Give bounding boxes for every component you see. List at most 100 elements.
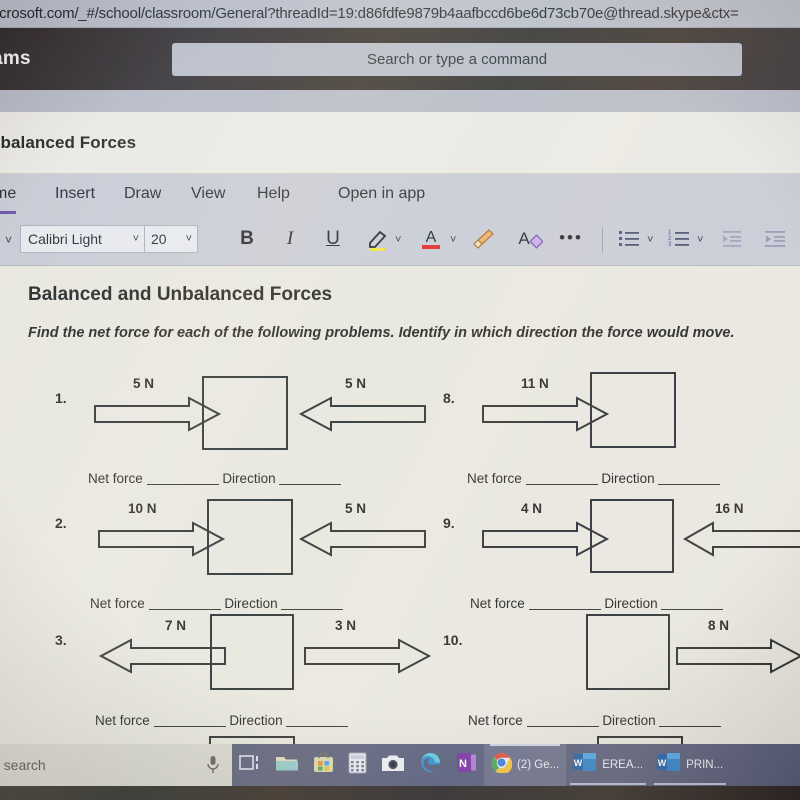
- arrow-left-icon: [298, 521, 426, 557]
- taskbar-item-microsoft-store[interactable]: [306, 744, 341, 786]
- word-icon: W: [573, 752, 597, 778]
- microphone-icon[interactable]: [206, 755, 220, 780]
- problem-number: 2.: [55, 515, 67, 531]
- net-force-blank[interactable]: [146, 472, 219, 485]
- task-view-icon: [239, 753, 261, 778]
- clear-formatting-button[interactable]: A: [515, 226, 544, 257]
- bulleted-list-button[interactable]: [618, 228, 640, 255]
- net-force-blank[interactable]: [528, 597, 601, 610]
- font-controls-group: Calibri Light ˅ 20 ˅: [20, 225, 198, 253]
- answer-line: Net force Direction: [88, 471, 342, 486]
- font-name-select[interactable]: Calibri Light ˅: [21, 226, 145, 252]
- highlight-color-button[interactable]: [367, 228, 389, 257]
- taskbar-item-calculator[interactable]: [341, 744, 374, 786]
- font-size-select[interactable]: 20 ˅: [145, 226, 197, 252]
- taskbar-buttons: N (2) Ge... W EREA... W PRIN...: [232, 744, 800, 786]
- direction-blank[interactable]: [661, 597, 724, 610]
- chevron-down-icon[interactable]: ˅: [5, 233, 12, 247]
- taskbar-item-label: EREA...: [602, 759, 644, 771]
- tab-help[interactable]: Help: [257, 185, 290, 205]
- problem-number: 10.: [443, 632, 463, 648]
- increase-indent-button[interactable]: [764, 228, 786, 255]
- paintbrush-icon: [473, 229, 494, 249]
- tab-open-in-app[interactable]: Open in app: [338, 185, 425, 205]
- force-label-right: 8 N: [708, 618, 730, 633]
- svg-text:A: A: [426, 229, 437, 246]
- net-force-blank[interactable]: [525, 472, 598, 485]
- taskbar-item-file-explorer[interactable]: [268, 744, 306, 786]
- taskbar-item-word-erea[interactable]: W EREA...: [566, 744, 650, 786]
- force-label-left: 10 N: [128, 501, 157, 516]
- force-block: [210, 614, 294, 690]
- taskbar-item-onenote[interactable]: N: [449, 744, 484, 786]
- teams-search-placeholder: Search or type a command: [366, 51, 548, 68]
- taskbar-item-label: PRIN...: [686, 759, 724, 771]
- bold-button[interactable]: B: [236, 224, 258, 254]
- direction-blank[interactable]: [286, 714, 349, 727]
- font-color-button[interactable]: A: [420, 226, 442, 257]
- net-force-label: Net force: [468, 713, 523, 728]
- force-block-partial: [209, 736, 295, 744]
- chevron-down-icon: ˅: [185, 233, 192, 245]
- taskbar-item-task-view[interactable]: [232, 744, 268, 786]
- direction-label: Direction: [602, 713, 656, 728]
- taskbar-search-region[interactable]: o search: [0, 744, 232, 786]
- format-painter-button[interactable]: [472, 227, 496, 256]
- decrease-indent-icon: [723, 231, 741, 247]
- document-canvas[interactable]: Balanced and Unbalanced Forces Find the …: [0, 266, 800, 744]
- microsoft-edge-icon: [419, 751, 442, 779]
- tab-view[interactable]: View: [191, 185, 225, 205]
- teams-app-name: ams: [0, 48, 31, 69]
- more-options-button[interactable]: •••: [558, 223, 584, 253]
- taskbar-item-camera[interactable]: [374, 744, 412, 786]
- taskbar-item-microsoft-edge[interactable]: [412, 744, 449, 786]
- teams-search-box[interactable]: Search or type a command: [172, 43, 742, 76]
- chevron-down-icon[interactable]: ˅: [647, 234, 653, 246]
- arrow-left-icon: [682, 521, 800, 557]
- tab-insert[interactable]: Insert: [55, 185, 95, 205]
- taskbar-item-word-prin[interactable]: W PRIN...: [650, 744, 730, 786]
- browser-address-bar[interactable]: icrosoft.com/_#/school/classroom/General…: [0, 0, 800, 28]
- svg-text:A: A: [518, 229, 530, 248]
- direction-label: Direction: [222, 471, 276, 486]
- underline-button[interactable]: U: [322, 224, 344, 254]
- numbered-list-button[interactable]: 1 2 3: [668, 228, 690, 255]
- problem-9: 9. 4 N 16 N Net force Direction: [443, 499, 800, 619]
- taskbar-item-google-chrome[interactable]: (2) Ge...: [484, 744, 567, 786]
- net-force-blank[interactable]: [526, 714, 599, 727]
- chevron-down-icon[interactable]: ˅: [395, 234, 401, 246]
- bulleted-list-icon: [619, 231, 639, 246]
- ribbon-tab-strip: me Insert Draw View Help Open in app: [0, 174, 800, 214]
- direction-label: Direction: [229, 713, 283, 728]
- microsoft-store-icon: [313, 752, 334, 778]
- direction-label: Direction: [601, 471, 655, 486]
- direction-blank[interactable]: [279, 472, 342, 485]
- teams-header: ams Search or type a command: [0, 28, 800, 90]
- force-block: [590, 499, 674, 573]
- font-name-value: Calibri Light: [28, 231, 102, 247]
- tab-draw[interactable]: Draw: [124, 185, 161, 205]
- force-label-right: 16 N: [715, 501, 744, 516]
- decrease-indent-button[interactable]: [720, 228, 742, 255]
- screen-bezel: [0, 786, 800, 800]
- net-force-blank[interactable]: [148, 597, 221, 610]
- taskbar-item-label: (2) Ge...: [517, 759, 560, 771]
- chevron-down-icon[interactable]: ˅: [450, 234, 456, 246]
- direction-blank[interactable]: [659, 714, 722, 727]
- answer-line: Net force Direction: [95, 713, 349, 728]
- arrow-right-icon: [304, 638, 432, 674]
- net-force-blank[interactable]: [153, 714, 226, 727]
- problem-number: 1.: [55, 390, 67, 406]
- address-bar-url: icrosoft.com/_#/school/classroom/General…: [0, 5, 739, 22]
- force-label-right: 5 N: [345, 501, 367, 516]
- chevron-down-icon: ˅: [132, 233, 139, 245]
- direction-blank[interactable]: [281, 597, 344, 610]
- italic-button[interactable]: I: [279, 224, 301, 254]
- chevron-down-icon[interactable]: ˅: [697, 234, 703, 246]
- toolbar-divider: [602, 227, 603, 253]
- font-color-icon: A: [422, 229, 440, 249]
- ribbon-toolbar: ˅ Calibri Light ˅ 20 ˅ B I U ˅ A ˅ A •••…: [0, 214, 800, 266]
- tab-home[interactable]: me: [0, 185, 17, 214]
- camera-icon: [381, 753, 405, 778]
- direction-blank[interactable]: [658, 472, 721, 485]
